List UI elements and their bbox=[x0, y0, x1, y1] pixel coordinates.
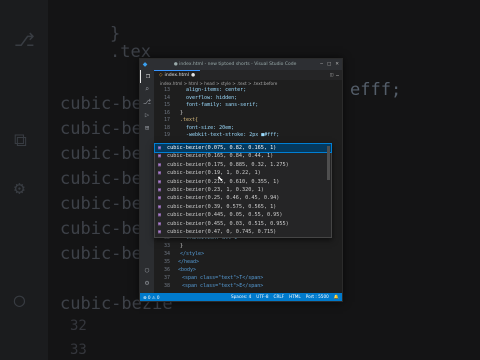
value-icon: ▣ bbox=[158, 228, 162, 235]
settings-gear-icon[interactable]: ⚙ bbox=[140, 277, 154, 290]
more-actions-icon[interactable]: … bbox=[336, 72, 339, 78]
mouse-pointer-icon: ⬉ bbox=[217, 174, 224, 185]
extensions-icon[interactable]: ⊞ bbox=[140, 122, 154, 135]
minimize-icon[interactable]: ─ bbox=[320, 62, 323, 67]
code-line: 16} bbox=[163, 109, 184, 116]
suggestion-item[interactable]: ▣ cubic-bezier(0.25, 0.46, 0.45, 0.94) bbox=[155, 194, 331, 202]
code-line: 17 .text{ bbox=[163, 117, 199, 123]
bg-line-number: 32 bbox=[70, 318, 87, 334]
code-line: 37 <span class="text">T</span> bbox=[163, 275, 264, 281]
suggestion-item[interactable]: ▣ cubic-bezier(0.23, 1, 0.320, 1) bbox=[155, 186, 331, 194]
tab-close-icon[interactable]: ● bbox=[191, 73, 195, 78]
indent-status[interactable]: Spaces: 4 bbox=[231, 294, 251, 300]
tab-label: index.html bbox=[164, 73, 190, 78]
suggestion-item[interactable]: ▣ cubic-bezier(0.075, 0.82, 0.165, 1) bbox=[154, 142, 332, 154]
source-control-icon[interactable]: ⎇ bbox=[140, 96, 154, 109]
vscode-logo-icon: ◆ bbox=[142, 61, 148, 68]
bg-right-text: efff; bbox=[350, 80, 402, 100]
problems-status[interactable]: ⊗ 0 ⚠ 0 bbox=[143, 295, 160, 300]
bell-icon[interactable]: 🔔 bbox=[334, 294, 339, 300]
explorer-icon[interactable]: ❐ bbox=[140, 70, 155, 83]
code-line: 33} bbox=[163, 243, 184, 249]
value-icon: ▣ bbox=[158, 195, 162, 202]
language-status[interactable]: HTML bbox=[289, 294, 301, 300]
value-icon: ▣ bbox=[158, 186, 162, 193]
code-line: 15 font-family: sans-serif; bbox=[163, 102, 259, 108]
code-line: 13 align-items: center; bbox=[163, 87, 247, 93]
code-line: 38 <span class="text">E</span> bbox=[163, 283, 264, 289]
bg-gear-icon: ⚙ bbox=[14, 178, 25, 199]
value-icon: ▣ bbox=[158, 220, 162, 227]
title-bar: ◆ ● index.html - new tiptoed shorts - Vi… bbox=[140, 59, 342, 70]
value-icon: ▣ bbox=[158, 153, 162, 160]
breadcrumb[interactable]: index.html > html > head > style > .text… bbox=[154, 80, 342, 87]
code-line: 14 overflow: hidden; bbox=[163, 94, 238, 101]
account-icon[interactable]: ◯ bbox=[140, 264, 154, 277]
activity-bar: ❐ ⌕ ⎇ ▷ ⊞ ◯ ⚙ bbox=[140, 70, 154, 293]
value-icon: ▣ bbox=[158, 161, 162, 168]
bg-account-icon: ◯ bbox=[14, 290, 25, 311]
suggestion-item[interactable]: ▣ cubic-bezier(0.19, 1, 0.22, 1) bbox=[155, 169, 331, 177]
tab-index-html[interactable]: ◇ index.html ● bbox=[154, 69, 201, 81]
run-debug-icon[interactable]: ▷ bbox=[140, 109, 154, 122]
tab-bar: ◇ index.html ● ◫ … bbox=[154, 69, 342, 81]
code-line: 35 </head> bbox=[163, 259, 200, 265]
bg-branch-icon: ⎇ bbox=[14, 30, 35, 51]
bg-extensions-icon: ⧉ bbox=[14, 130, 27, 151]
window-title: ● index.html - new tiptoed shorts - Visu… bbox=[173, 62, 297, 67]
suggestion-item[interactable]: ▣ cubic-bezier(0.47, 0, 0.745, 0.715) bbox=[155, 228, 331, 236]
suggestion-item[interactable]: ▣ cubic-bezier(0.165, 0.84, 0.44, 1) bbox=[155, 152, 331, 160]
suggestion-item[interactable]: ▣ cubic-bezier(0.39, 0.575, 0.565, 1) bbox=[155, 203, 331, 211]
live-server-status[interactable]: Port : 5500 bbox=[306, 294, 329, 300]
search-icon[interactable]: ⌕ bbox=[140, 83, 154, 96]
code-line: 19 -webkit-text-stroke: 2px ■#fff; bbox=[163, 132, 280, 138]
eol-status[interactable]: CRLF bbox=[274, 294, 285, 300]
suggestion-item[interactable]: ▣ cubic-bezier(0.215, 0.610, 0.355, 1) bbox=[155, 178, 331, 186]
status-bar: ⊗ 0 ⚠ 0 Spaces: 4 UTF-8 CRLF HTML Port :… bbox=[140, 293, 342, 301]
split-editor-icon[interactable]: ◫ bbox=[330, 72, 333, 78]
close-icon[interactable]: ✕ bbox=[335, 62, 339, 67]
suggestion-scrollbar[interactable] bbox=[327, 146, 330, 180]
encoding-status[interactable]: UTF-8 bbox=[256, 294, 268, 300]
code-line: 34 </style> bbox=[163, 251, 205, 257]
value-icon: ▣ bbox=[158, 178, 162, 185]
suggestion-item[interactable]: ▣ cubic-bezier(0.445, 0.05, 0.55, 0.95) bbox=[155, 211, 331, 219]
value-icon: ▣ bbox=[158, 170, 162, 177]
maximize-icon[interactable]: □ bbox=[327, 62, 331, 67]
html-file-icon: ◇ bbox=[159, 73, 163, 78]
code-line: 18 font-size: 20em; bbox=[163, 124, 235, 131]
bg-line-number: 33 bbox=[70, 342, 87, 358]
value-icon: ▣ bbox=[158, 203, 162, 210]
suggestion-widget: ▣ cubic-bezier(0.075, 0.82, 0.165, 1) ▣ cu… bbox=[154, 142, 332, 238]
suggestion-item[interactable]: ▣ cubic-bezier(0.175, 0.885, 0.32, 1.275) bbox=[155, 161, 331, 169]
code-line: 36 <body> bbox=[163, 267, 197, 273]
value-icon: ▣ bbox=[158, 212, 162, 219]
value-icon: ▣ bbox=[158, 145, 162, 151]
bg-code-line: } bbox=[110, 24, 121, 44]
suggestion-item[interactable]: ▣ cubic-bezier(0.455, 0.03, 0.515, 0.955) bbox=[155, 220, 331, 228]
